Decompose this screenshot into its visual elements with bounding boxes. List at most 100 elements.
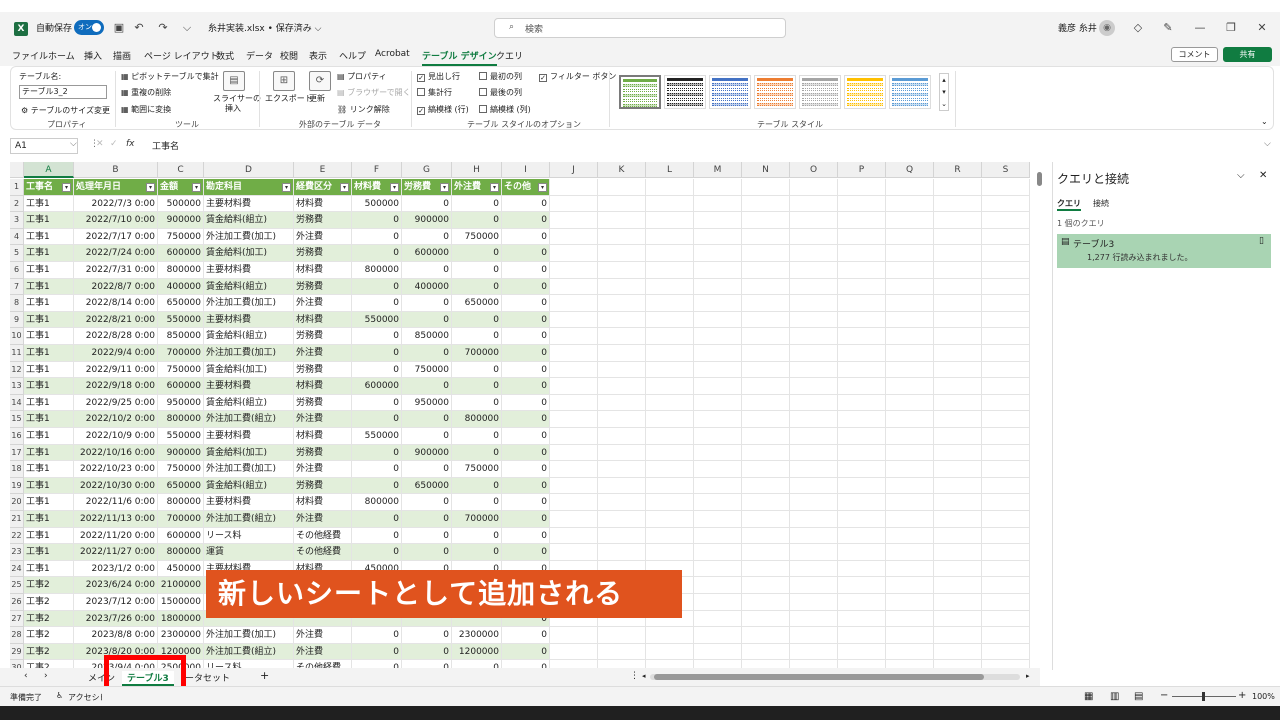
empty-cell[interactable] xyxy=(838,527,886,545)
empty-cell[interactable] xyxy=(886,428,934,445)
query-item[interactable]: ▤ テーブル3 1,277 行読み込まれました。 ▯ xyxy=(1057,234,1271,268)
empty-cell[interactable] xyxy=(982,527,1030,545)
empty-cell[interactable] xyxy=(982,311,1030,329)
empty-cell[interactable] xyxy=(742,627,790,644)
table-cell[interactable]: 外注費 xyxy=(294,643,352,661)
empty-cell[interactable] xyxy=(550,428,598,445)
table-cell[interactable]: 賃金給料(加工) xyxy=(204,361,294,379)
empty-cell[interactable] xyxy=(694,394,742,412)
add-sheet-button[interactable]: + xyxy=(260,669,269,682)
empty-cell[interactable] xyxy=(886,228,934,246)
empty-cell[interactable] xyxy=(886,378,934,395)
table-cell[interactable]: 工事1 xyxy=(24,494,74,511)
table-cell[interactable]: 700000 xyxy=(452,511,502,528)
empty-cell[interactable] xyxy=(646,328,694,345)
table-style-swatch[interactable] xyxy=(889,75,931,109)
row-header[interactable]: 27 xyxy=(10,610,24,628)
table-cell[interactable]: 外注費 xyxy=(294,345,352,362)
table-cell[interactable]: 2023/1/2 0:00 xyxy=(74,560,158,578)
table-cell[interactable]: 工事1 xyxy=(24,195,74,213)
table-cell[interactable]: 賃金給料(組立) xyxy=(204,394,294,412)
table-cell[interactable]: 2022/7/31 0:00 xyxy=(74,262,158,279)
empty-cell[interactable] xyxy=(646,527,694,545)
empty-cell[interactable] xyxy=(742,594,790,611)
zoom-slider-thumb[interactable] xyxy=(1202,692,1205,701)
table-cell[interactable]: 外注費 xyxy=(294,627,352,644)
empty-cell[interactable] xyxy=(790,494,838,511)
empty-cell[interactable] xyxy=(982,610,1030,628)
table-cell[interactable]: 主要材料費 xyxy=(204,262,294,279)
table-cell[interactable]: 工事1 xyxy=(24,311,74,329)
empty-cell[interactable] xyxy=(598,361,646,379)
table-cell[interactable]: 0 xyxy=(402,544,452,561)
row-header[interactable]: 18 xyxy=(10,461,24,478)
table-cell[interactable]: 主要材料費 xyxy=(204,195,294,213)
empty-cell[interactable] xyxy=(694,527,742,545)
empty-cell[interactable] xyxy=(646,195,694,213)
empty-cell[interactable] xyxy=(598,544,646,561)
empty-cell[interactable] xyxy=(886,527,934,545)
empty-cell[interactable] xyxy=(646,428,694,445)
empty-cell[interactable] xyxy=(790,328,838,345)
column-header[interactable]: O xyxy=(790,162,838,178)
table-cell[interactable]: 750000 xyxy=(158,461,204,478)
empty-cell[interactable] xyxy=(886,560,934,578)
zoom-out-icon[interactable]: − xyxy=(1160,690,1168,701)
empty-cell[interactable] xyxy=(694,444,742,462)
table-cell[interactable]: 工事1 xyxy=(24,378,74,395)
empty-cell[interactable] xyxy=(790,262,838,279)
table-cell[interactable]: 0 xyxy=(502,228,550,246)
empty-cell[interactable] xyxy=(838,428,886,445)
table-cell[interactable]: リース料 xyxy=(204,527,294,545)
empty-cell[interactable] xyxy=(886,544,934,561)
table-cell[interactable]: 800000 xyxy=(158,411,204,428)
empty-cell[interactable] xyxy=(934,444,982,462)
table-cell[interactable]: 800000 xyxy=(158,262,204,279)
slicer-label-2[interactable]: 挿入 xyxy=(225,103,241,114)
empty-cell[interactable] xyxy=(982,461,1030,478)
table-cell[interactable]: 労務費 xyxy=(294,394,352,412)
table-cell[interactable]: 労務費 xyxy=(294,477,352,495)
table-cell[interactable]: 主要材料費 xyxy=(204,311,294,329)
empty-cell[interactable] xyxy=(838,577,886,594)
empty-cell[interactable] xyxy=(982,245,1030,262)
empty-cell[interactable] xyxy=(982,328,1030,345)
table-cell[interactable]: 工事2 xyxy=(24,643,74,661)
table-cell[interactable]: 0 xyxy=(452,527,502,545)
table-cell[interactable]: 工事2 xyxy=(24,610,74,628)
vertical-scrollbar[interactable] xyxy=(1036,168,1044,668)
empty-cell[interactable] xyxy=(886,627,934,644)
empty-cell[interactable] xyxy=(886,295,934,312)
empty-cell[interactable] xyxy=(982,560,1030,578)
table-cell[interactable]: 2022/7/17 0:00 xyxy=(74,228,158,246)
row-header[interactable]: 11 xyxy=(10,345,24,362)
empty-cell[interactable] xyxy=(982,627,1030,644)
formula-input[interactable]: 工事名 xyxy=(152,139,179,152)
row-header[interactable]: 7 xyxy=(10,278,24,296)
table-cell[interactable]: 工事1 xyxy=(24,411,74,428)
empty-cell[interactable] xyxy=(646,461,694,478)
scroll-thumb[interactable] xyxy=(654,674,984,680)
table-cell[interactable]: 0 xyxy=(402,461,452,478)
empty-cell[interactable] xyxy=(982,428,1030,445)
empty-cell[interactable] xyxy=(982,477,1030,495)
tab-page-layout[interactable]: ページ レイアウト xyxy=(144,49,219,62)
empty-cell[interactable] xyxy=(886,643,934,661)
table-header-cell[interactable]: 処理年月日 ▾ xyxy=(74,179,158,196)
table-cell[interactable]: 工事2 xyxy=(24,627,74,644)
empty-cell[interactable] xyxy=(646,643,694,661)
table-cell[interactable]: 0 xyxy=(502,627,550,644)
table-cell[interactable]: 800000 xyxy=(158,494,204,511)
empty-cell[interactable] xyxy=(646,544,694,561)
empty-cell[interactable] xyxy=(598,494,646,511)
table-cell[interactable]: 工事1 xyxy=(24,278,74,296)
empty-cell[interactable] xyxy=(694,179,742,196)
table-cell[interactable]: 0 xyxy=(352,477,402,495)
table-cell[interactable]: 外注加工費(加工) xyxy=(204,345,294,362)
table-header-cell[interactable]: 外注費 ▾ xyxy=(452,179,502,196)
table-cell[interactable]: 2023/7/26 0:00 xyxy=(74,610,158,628)
empty-cell[interactable] xyxy=(886,594,934,611)
table-cell[interactable]: 950000 xyxy=(158,394,204,412)
table-cell[interactable]: 2022/10/2 0:00 xyxy=(74,411,158,428)
table-cell[interactable]: 0 xyxy=(502,345,550,362)
